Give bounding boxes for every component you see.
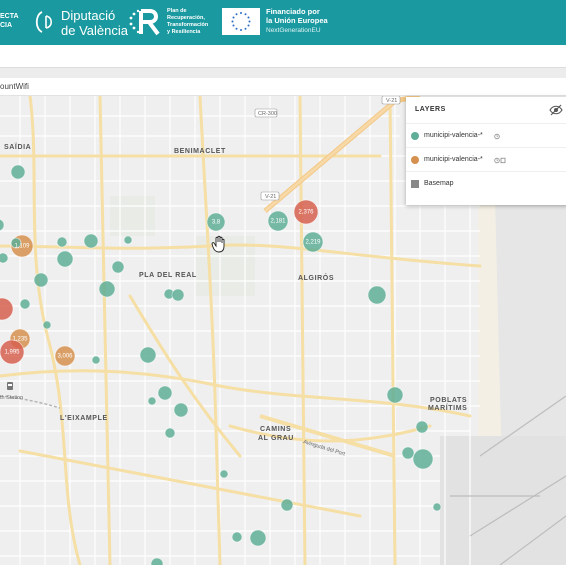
map-bubble[interactable] xyxy=(171,288,185,302)
basemap-square-icon xyxy=(411,180,419,188)
dipu-text: Diputació de València xyxy=(61,8,128,38)
station-label: th Station xyxy=(0,395,23,401)
map-bubble[interactable] xyxy=(98,280,116,298)
map-bubble[interactable] xyxy=(91,355,101,365)
layer-name: Basemap xyxy=(424,180,454,187)
road-shield-v21-mid: V-21 xyxy=(260,191,280,201)
divider xyxy=(0,67,566,68)
map-bubble[interactable] xyxy=(111,260,125,274)
map-bubble[interactable] xyxy=(147,396,157,406)
district-label: ALGIRÓS xyxy=(298,273,334,282)
district-label: CAMINS xyxy=(260,426,291,433)
layer-row[interactable]: municipi-valencia-* xyxy=(406,123,566,147)
map-bubble[interactable] xyxy=(56,250,74,268)
dv-logo-icon xyxy=(35,11,53,33)
map-bubble[interactable] xyxy=(42,320,52,330)
train-station-icon xyxy=(7,382,13,390)
map-title-bar: ountWifi xyxy=(0,78,566,96)
map-bubble[interactable] xyxy=(56,236,68,248)
district-label: POBLATS xyxy=(430,397,467,404)
layer-name: municipi-valencia-* xyxy=(424,156,483,163)
road-shield-cr300: CR-300 xyxy=(254,108,278,118)
district-label: L'EIXAMPLE xyxy=(60,415,108,422)
map-bubble[interactable] xyxy=(401,446,415,460)
project-text: ECTA CIA xyxy=(0,13,19,29)
layer-row[interactable]: municipi-valencia-* xyxy=(406,147,566,171)
district-label: PLA DEL REAL xyxy=(139,272,197,279)
bubble-value-label: 2,219 xyxy=(305,240,321,246)
bubble-value-label: 3,8 xyxy=(212,220,221,226)
bubble-value-label: 2,376 xyxy=(298,210,314,216)
map-bubble[interactable] xyxy=(367,285,387,305)
map-bubble[interactable] xyxy=(412,448,434,470)
district-label: BENIMACLET xyxy=(174,148,226,155)
bubble-value-label: 2,181 xyxy=(270,219,286,225)
layers-panel: LAYERS municipi-valencia-* municipi-vale… xyxy=(406,97,566,205)
visibility-toggle-icon[interactable] xyxy=(549,104,563,116)
map-bubble[interactable] xyxy=(415,420,429,434)
map-bubble[interactable] xyxy=(0,252,9,264)
header-banner: ECTA CIA Diputació de València Plan de R… xyxy=(0,0,566,45)
bubble-value-label: 1,995 xyxy=(4,350,20,356)
recovery-plan-logo-icon xyxy=(129,9,160,36)
funding-text: Financiado por la Unión Europea xyxy=(266,7,328,25)
map-bubble[interactable] xyxy=(19,298,31,310)
map-bubble[interactable] xyxy=(249,529,267,547)
hand-cursor-icon xyxy=(211,235,225,253)
bubble-value-label: 1,109 xyxy=(14,244,30,250)
road-shield-v21-top: V-21 xyxy=(381,96,401,105)
bubble-value-label: 1,235 xyxy=(12,337,28,343)
next-gen-text: NextGenerationEU xyxy=(266,27,321,34)
map-bubble[interactable] xyxy=(33,272,49,288)
svg-text:V-21: V-21 xyxy=(265,194,276,200)
plan-text: Plan de Recuperación, Transformación y R… xyxy=(167,8,209,35)
layer-name: municipi-valencia-* xyxy=(424,132,483,139)
layer-color-dot xyxy=(411,156,419,164)
map-bubble[interactable] xyxy=(164,427,176,439)
layer-options-icon[interactable] xyxy=(494,157,506,164)
map-bubble[interactable] xyxy=(173,402,189,418)
map-bubble[interactable] xyxy=(123,235,133,245)
map-bubble[interactable] xyxy=(83,233,99,249)
bubble-value-label: 3,006 xyxy=(57,354,73,360)
layers-title: LAYERS xyxy=(415,106,446,113)
map-bubble[interactable] xyxy=(231,531,243,543)
map-bubble[interactable] xyxy=(219,469,229,479)
layer-row[interactable]: Basemap xyxy=(406,171,566,195)
app: ECTA CIA Diputació de València Plan de R… xyxy=(0,0,566,565)
map-bubble[interactable] xyxy=(280,498,294,512)
district-label: AL GRAU xyxy=(258,435,294,442)
map-bubble[interactable] xyxy=(386,386,404,404)
map-title: ountWifi xyxy=(0,82,29,91)
district-label: SAÏDIA xyxy=(4,143,31,151)
eu-flag-icon xyxy=(222,8,260,35)
map-bubble[interactable] xyxy=(10,164,26,180)
layer-color-dot xyxy=(411,132,419,140)
district-label: MARÍTIMS xyxy=(428,403,467,412)
toolbar-band xyxy=(0,45,566,67)
map-bubble[interactable] xyxy=(139,346,157,364)
map-bubble[interactable] xyxy=(432,502,442,512)
svg-text:CR-300: CR-300 xyxy=(258,111,277,117)
layer-options-icon[interactable] xyxy=(494,133,506,140)
svg-text:V-21: V-21 xyxy=(386,98,397,104)
map-bubble[interactable] xyxy=(157,385,173,401)
